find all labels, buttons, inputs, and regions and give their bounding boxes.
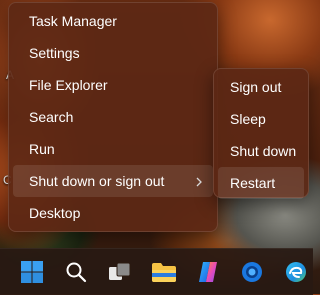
- menu-item-shut-down-or-sign-out[interactable]: Shut down or sign out: [13, 165, 213, 197]
- menu-item-sleep[interactable]: Sleep: [218, 103, 304, 135]
- chevron-right-icon: [195, 165, 203, 197]
- taskbar: [0, 248, 313, 295]
- search-icon[interactable]: [62, 258, 90, 286]
- menu-item-label: Sleep: [230, 111, 266, 127]
- copilot-icon[interactable]: [194, 258, 222, 286]
- menu-item-restart[interactable]: Restart: [218, 167, 304, 199]
- outlook-icon[interactable]: [238, 258, 266, 286]
- start-icon[interactable]: [18, 258, 46, 286]
- menu-item-label: Search: [29, 109, 74, 125]
- menu-item-file-explorer[interactable]: File Explorer: [13, 69, 213, 101]
- task-view-icon[interactable]: [106, 258, 134, 286]
- file-explorer-icon[interactable]: [150, 258, 178, 286]
- menu-item-settings[interactable]: Settings: [13, 37, 213, 69]
- menu-item-search[interactable]: Search: [13, 101, 213, 133]
- shutdown-submenu: Sign out Sleep Shut down Restart: [213, 68, 309, 199]
- menu-item-label: Shut down or sign out: [29, 173, 165, 189]
- menu-item-shut-down[interactable]: Shut down: [218, 135, 304, 167]
- menu-item-label: Task Manager: [29, 13, 117, 29]
- menu-item-label: Shut down: [230, 143, 297, 159]
- menu-item-label: Restart: [230, 175, 276, 191]
- edge-icon[interactable]: [282, 258, 310, 286]
- menu-item-run[interactable]: Run: [13, 133, 213, 165]
- menu-item-label: File Explorer: [29, 77, 108, 93]
- menu-item-label: Desktop: [29, 205, 81, 221]
- menu-item-label: Run: [29, 141, 55, 157]
- menu-item-task-manager[interactable]: Task Manager: [13, 5, 213, 37]
- menu-item-desktop[interactable]: Desktop: [13, 197, 213, 229]
- menu-item-sign-out[interactable]: Sign out: [218, 71, 304, 103]
- menu-item-label: Settings: [29, 45, 80, 61]
- winx-power-user-menu: Task Manager Settings File Explorer Sear…: [8, 2, 218, 232]
- menu-item-label: Sign out: [230, 79, 282, 95]
